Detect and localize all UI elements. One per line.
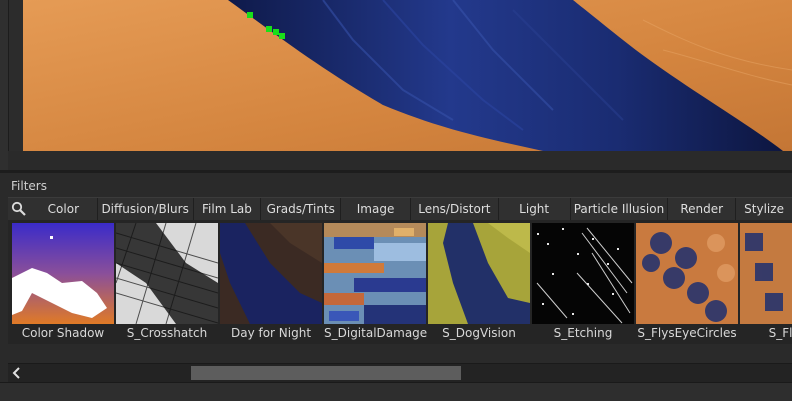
filter-label: S_DigitalDamage: [324, 326, 428, 340]
filters-header: Filters: [8, 177, 792, 195]
filter-thumbnail[interactable]: S_Etching: [532, 223, 634, 340]
viewer-left-edge: [0, 0, 9, 170]
tab-light[interactable]: Light: [499, 198, 571, 220]
filter-label: S_Crosshatch: [126, 326, 208, 340]
image-viewer: [0, 0, 792, 170]
filters-panel: Filters Color Diffusion/Blurs Film Lab G…: [0, 173, 792, 401]
filter-thumbnail[interactable]: Day for Night: [220, 223, 322, 340]
scrollbar-thumb[interactable]: [191, 366, 461, 380]
tab-color[interactable]: Color: [30, 198, 98, 220]
tab-image[interactable]: Image: [341, 198, 411, 220]
filter-preview: [12, 223, 114, 324]
tab-particle-illusion[interactable]: Particle Illusion: [571, 198, 669, 220]
filter-label: Color Shadow: [21, 326, 105, 340]
filter-thumbnail[interactable]: S_DigitalDamage: [324, 223, 428, 340]
filter-preview: [220, 223, 322, 324]
filter-preview: [116, 223, 218, 324]
filter-label: S_FlysEyeCircles: [637, 326, 737, 340]
tracking-point[interactable]: [266, 26, 272, 32]
search-icon: [11, 201, 26, 216]
tab-diffusion-blurs[interactable]: Diffusion/Blurs: [98, 198, 194, 220]
filter-label: S_DogVision: [442, 326, 516, 340]
tracking-point[interactable]: [247, 12, 253, 18]
tab-film-lab[interactable]: Film Lab: [194, 198, 262, 220]
tab-grads-tints[interactable]: Grads/Tints: [261, 198, 342, 220]
scroll-left-button[interactable]: [8, 364, 26, 382]
filter-preview: [428, 223, 530, 324]
viewer-bottom-bar: [8, 151, 792, 170]
tracking-point[interactable]: [279, 33, 285, 39]
filter-label: Day for Night: [230, 326, 312, 340]
filter-preview: [636, 223, 738, 324]
filter-label: S_FlysE: [768, 326, 792, 340]
chevron-left-icon: [12, 367, 20, 379]
tab-render[interactable]: Render: [668, 198, 737, 220]
tab-lens-distort[interactable]: Lens/Distort: [411, 198, 499, 220]
search-button[interactable]: [8, 198, 30, 220]
filter-thumbnail[interactable]: S_Crosshatch: [116, 223, 218, 340]
filter-category-tabs: Color Diffusion/Blurs Film Lab Grads/Tin…: [8, 197, 792, 221]
status-bar: [0, 382, 792, 401]
filter-preview: [532, 223, 634, 324]
filter-preview: [740, 223, 792, 324]
preview-image-graphic: [23, 0, 792, 151]
filter-label: S_Etching: [553, 326, 613, 340]
preview-image[interactable]: [23, 0, 792, 151]
filters-title: Filters: [11, 179, 47, 193]
filter-thumbnail[interactable]: S_FlysEyeCircles: [636, 223, 738, 340]
filter-thumbnail[interactable]: S_FlysE: [740, 223, 792, 340]
filter-thumbnail[interactable]: S_DogVision: [428, 223, 530, 340]
filter-thumbnail[interactable]: Color Shadow: [12, 223, 114, 340]
tab-stylize[interactable]: Stylize: [736, 198, 792, 220]
thumbnail-scrollbar[interactable]: [8, 363, 792, 382]
filter-thumbnails: Color Shadow S_Crosshatch Day for Night …: [8, 220, 792, 344]
filter-preview: [324, 223, 426, 324]
